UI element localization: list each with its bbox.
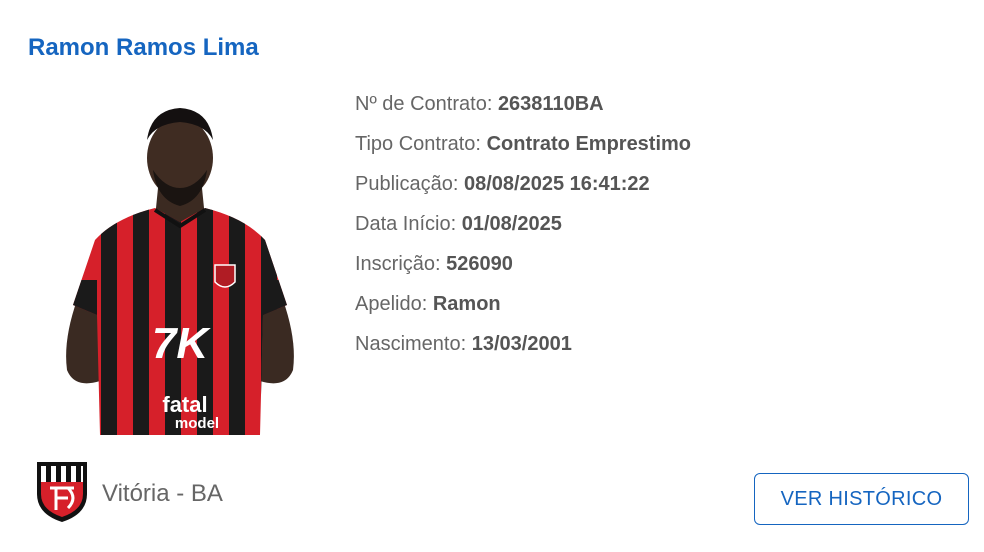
detail-registration: Inscrição: 526090 — [355, 250, 691, 290]
club-crest-icon — [34, 458, 90, 529]
player-card: Ramon Ramos Lima 7K fatal model Nº de Co… — [0, 0, 984, 552]
detail-contract-number: Nº de Contrato: 2638110BA — [355, 90, 691, 130]
detail-label: Apelido: — [355, 293, 428, 315]
detail-label: Nascimento: — [355, 333, 467, 355]
club-info: Vitória - BA — [34, 458, 223, 529]
jersey-sponsor-model: model — [175, 415, 219, 432]
detail-label: Publicação: — [355, 173, 459, 195]
detail-label: Tipo Contrato: — [355, 133, 481, 155]
detail-value: 01/08/2025 — [461, 213, 562, 235]
detail-label: Inscrição: — [355, 253, 441, 275]
detail-value: 13/03/2001 — [471, 333, 572, 355]
jersey-sponsor-7k: 7K — [152, 319, 211, 368]
detail-value: 2638110BA — [497, 93, 604, 115]
detail-publication: Publicação: 08/08/2025 16:41:22 — [355, 170, 691, 210]
view-history-button[interactable]: VER HISTÓRICO — [754, 473, 969, 525]
detail-label: Nº de Contrato: — [355, 93, 493, 115]
player-photo: 7K fatal model — [55, 100, 305, 435]
detail-label: Data Início: — [355, 213, 457, 235]
detail-nickname: Apelido: Ramon — [355, 290, 691, 330]
detail-start-date: Data Início: 01/08/2025 — [355, 210, 691, 250]
player-name: Ramon Ramos Lima — [28, 34, 259, 61]
detail-contract-type: Tipo Contrato: Contrato Emprestimo — [355, 130, 691, 170]
detail-value: Ramon — [432, 293, 501, 315]
jersey-sponsor-fatal: fatal — [162, 392, 207, 417]
club-name: Vitória - BA — [102, 479, 223, 507]
contract-details: Nº de Contrato: 2638110BA Tipo Contrato:… — [355, 90, 691, 370]
detail-birth-date: Nascimento: 13/03/2001 — [355, 330, 691, 370]
detail-value: 526090 — [446, 253, 513, 275]
detail-value: 08/08/2025 16:41:22 — [463, 173, 650, 195]
detail-value: Contrato Emprestimo — [486, 133, 692, 155]
